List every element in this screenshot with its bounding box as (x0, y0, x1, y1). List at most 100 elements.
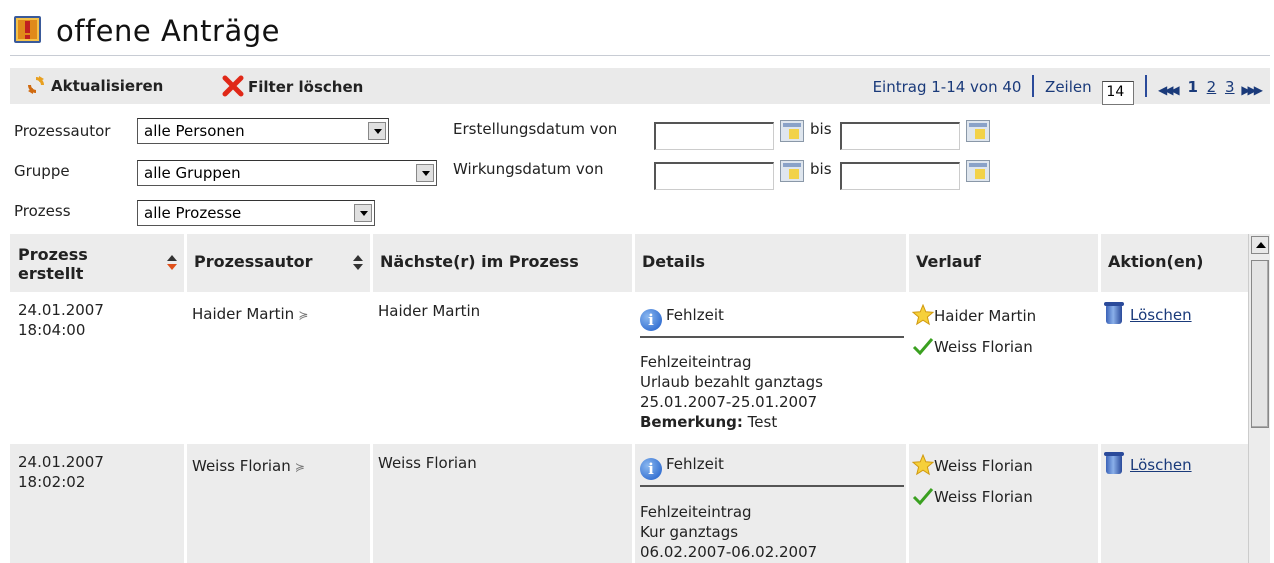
sort-icon[interactable] (352, 255, 364, 271)
rows-label: Zeilen (1045, 78, 1092, 96)
first-prev-page-icon[interactable]: ◀◀◀ (1158, 83, 1180, 97)
history-cell: Haider Martin Weiss Florian (912, 304, 1036, 357)
chevron-down-icon[interactable]: ≽ (298, 308, 308, 322)
effective-to-label: bis (810, 160, 832, 178)
info-icon[interactable]: i (640, 309, 662, 331)
check-icon (912, 488, 934, 506)
refresh-icon (28, 76, 44, 94)
history-name: Weiss Florian (934, 457, 1033, 475)
details-line: Fehlzeiteintrag (640, 353, 752, 371)
group-filter-label: Gruppe (14, 162, 70, 180)
column-header-history: Verlauf (908, 234, 1100, 292)
next-person: Weiss Florian (378, 454, 477, 472)
details-text: Fehlzeiteintrag Urlaub bezahlt ganztags … (640, 352, 823, 432)
process-select[interactable]: alle Prozesse (137, 200, 375, 226)
history-entry: Weiss Florian (912, 336, 1036, 357)
page-link-3[interactable]: 3 (1225, 78, 1235, 96)
effective-from-label: Wirkungsdatum von (453, 160, 604, 178)
author-filter-label: Prozessautor (14, 122, 111, 140)
created-time: 18:04:00 (18, 321, 86, 339)
column-divider (370, 234, 373, 563)
column-header-details: Details (634, 234, 908, 292)
details-line: Kur ganztags (640, 523, 739, 541)
divider (640, 336, 904, 338)
group-select[interactable]: alle Gruppen (137, 160, 437, 186)
sort-icon[interactable] (166, 255, 178, 271)
page-link-2[interactable]: 2 (1207, 78, 1217, 96)
history-entry: Haider Martin (912, 304, 1036, 326)
clear-filter-button[interactable]: Filter löschen (222, 75, 363, 97)
author-cell[interactable]: Haider Martin ≽ (192, 304, 308, 325)
created-date: 24.01.2007 (18, 453, 104, 471)
effective-to-input[interactable] (840, 162, 960, 190)
history-name: Haider Martin (934, 307, 1037, 325)
column-divider (184, 234, 187, 563)
column-divider (1098, 234, 1101, 563)
pagination: Eintrag 1-14 von 40 Zeilen 14 ◀◀◀ 1 2 3 … (873, 75, 1264, 105)
author-select-value: alle Personen (144, 122, 245, 140)
check-icon (912, 338, 934, 356)
created-to-label: bis (810, 120, 832, 138)
entries-count: Eintrag 1-14 von 40 (872, 78, 1022, 96)
next-last-page-icon[interactable]: ▶▶▶ (1241, 83, 1263, 97)
details-line: Urlaub bezahlt ganztags (640, 373, 823, 391)
details-line: 06.02.2007-06.02.2007 (640, 543, 818, 561)
created-cell: 24.01.2007 18:04:00 (18, 300, 104, 340)
divider (640, 485, 904, 487)
trash-icon[interactable] (1104, 302, 1124, 324)
history-name: Weiss Florian (934, 488, 1033, 506)
chevron-down-icon (416, 164, 434, 182)
details-header: i Fehlzeit (640, 305, 724, 331)
refresh-button[interactable]: Aktualisieren (26, 75, 163, 95)
history-name: Weiss Florian (934, 338, 1033, 356)
process-select-value: alle Prozesse (144, 204, 242, 222)
column-header-label: Prozess erstellt (18, 245, 88, 283)
created-from-label: Erstellungsdatum von (453, 120, 618, 138)
created-to-input[interactable] (840, 122, 960, 150)
delete-link[interactable]: Löschen (1130, 456, 1192, 474)
requests-table: Prozess erstellt Prozessautor Nächste(r)… (10, 234, 1248, 563)
column-header-next: Nächste(r) im Prozess (372, 234, 634, 292)
chevron-down-icon (354, 204, 372, 222)
rows-per-page-input[interactable]: 14 (1102, 81, 1135, 105)
table-row: 24.01.2007 18:02:02 Weiss Florian ≽ Weiss… (10, 444, 1248, 563)
details-line: Fehlzeiteintrag (640, 503, 752, 521)
next-person: Haider Martin (378, 302, 481, 320)
column-header-label: Prozessautor (194, 252, 313, 271)
calendar-icon[interactable] (780, 120, 804, 142)
author-select[interactable]: alle Personen (137, 118, 389, 144)
page-title: offene Anträge (56, 14, 280, 48)
column-divider (632, 234, 635, 563)
chevron-down-icon[interactable]: ≽ (295, 460, 305, 474)
details-type: Fehlzeit (666, 455, 724, 473)
refresh-label: Aktualisieren (51, 77, 164, 95)
trash-icon[interactable] (1104, 452, 1124, 474)
star-icon (912, 454, 934, 476)
info-icon[interactable]: i (640, 458, 662, 480)
author-name: Weiss Florian (192, 457, 291, 475)
details-remark: Bemerkung: Test (640, 412, 823, 432)
alert-icon (14, 16, 41, 43)
delete-link[interactable]: Löschen (1130, 306, 1192, 324)
column-header-created[interactable]: Prozess erstellt (10, 234, 186, 292)
page-header: offene Anträge (10, 10, 1270, 56)
scroll-up-icon[interactable] (1251, 236, 1269, 254)
action-cell: Löschen (1104, 452, 1192, 475)
column-header-author[interactable]: Prozessautor (186, 234, 372, 292)
calendar-icon[interactable] (780, 160, 804, 182)
history-entry: Weiss Florian (912, 486, 1033, 507)
details-line: 25.01.2007-25.01.2007 (640, 393, 818, 411)
effective-from-input[interactable] (654, 162, 774, 190)
action-cell: Löschen (1104, 302, 1192, 325)
star-icon (912, 304, 934, 326)
calendar-icon[interactable] (966, 120, 990, 142)
column-divider (906, 234, 909, 563)
page-link-1[interactable]: 1 (1187, 78, 1197, 96)
created-date: 24.01.2007 (18, 301, 104, 319)
scroll-thumb[interactable] (1251, 260, 1269, 428)
created-from-input[interactable] (654, 122, 774, 150)
divider (1145, 75, 1148, 97)
vertical-scrollbar[interactable] (1248, 234, 1270, 563)
author-cell[interactable]: Weiss Florian ≽ (192, 456, 305, 477)
calendar-icon[interactable] (966, 160, 990, 182)
